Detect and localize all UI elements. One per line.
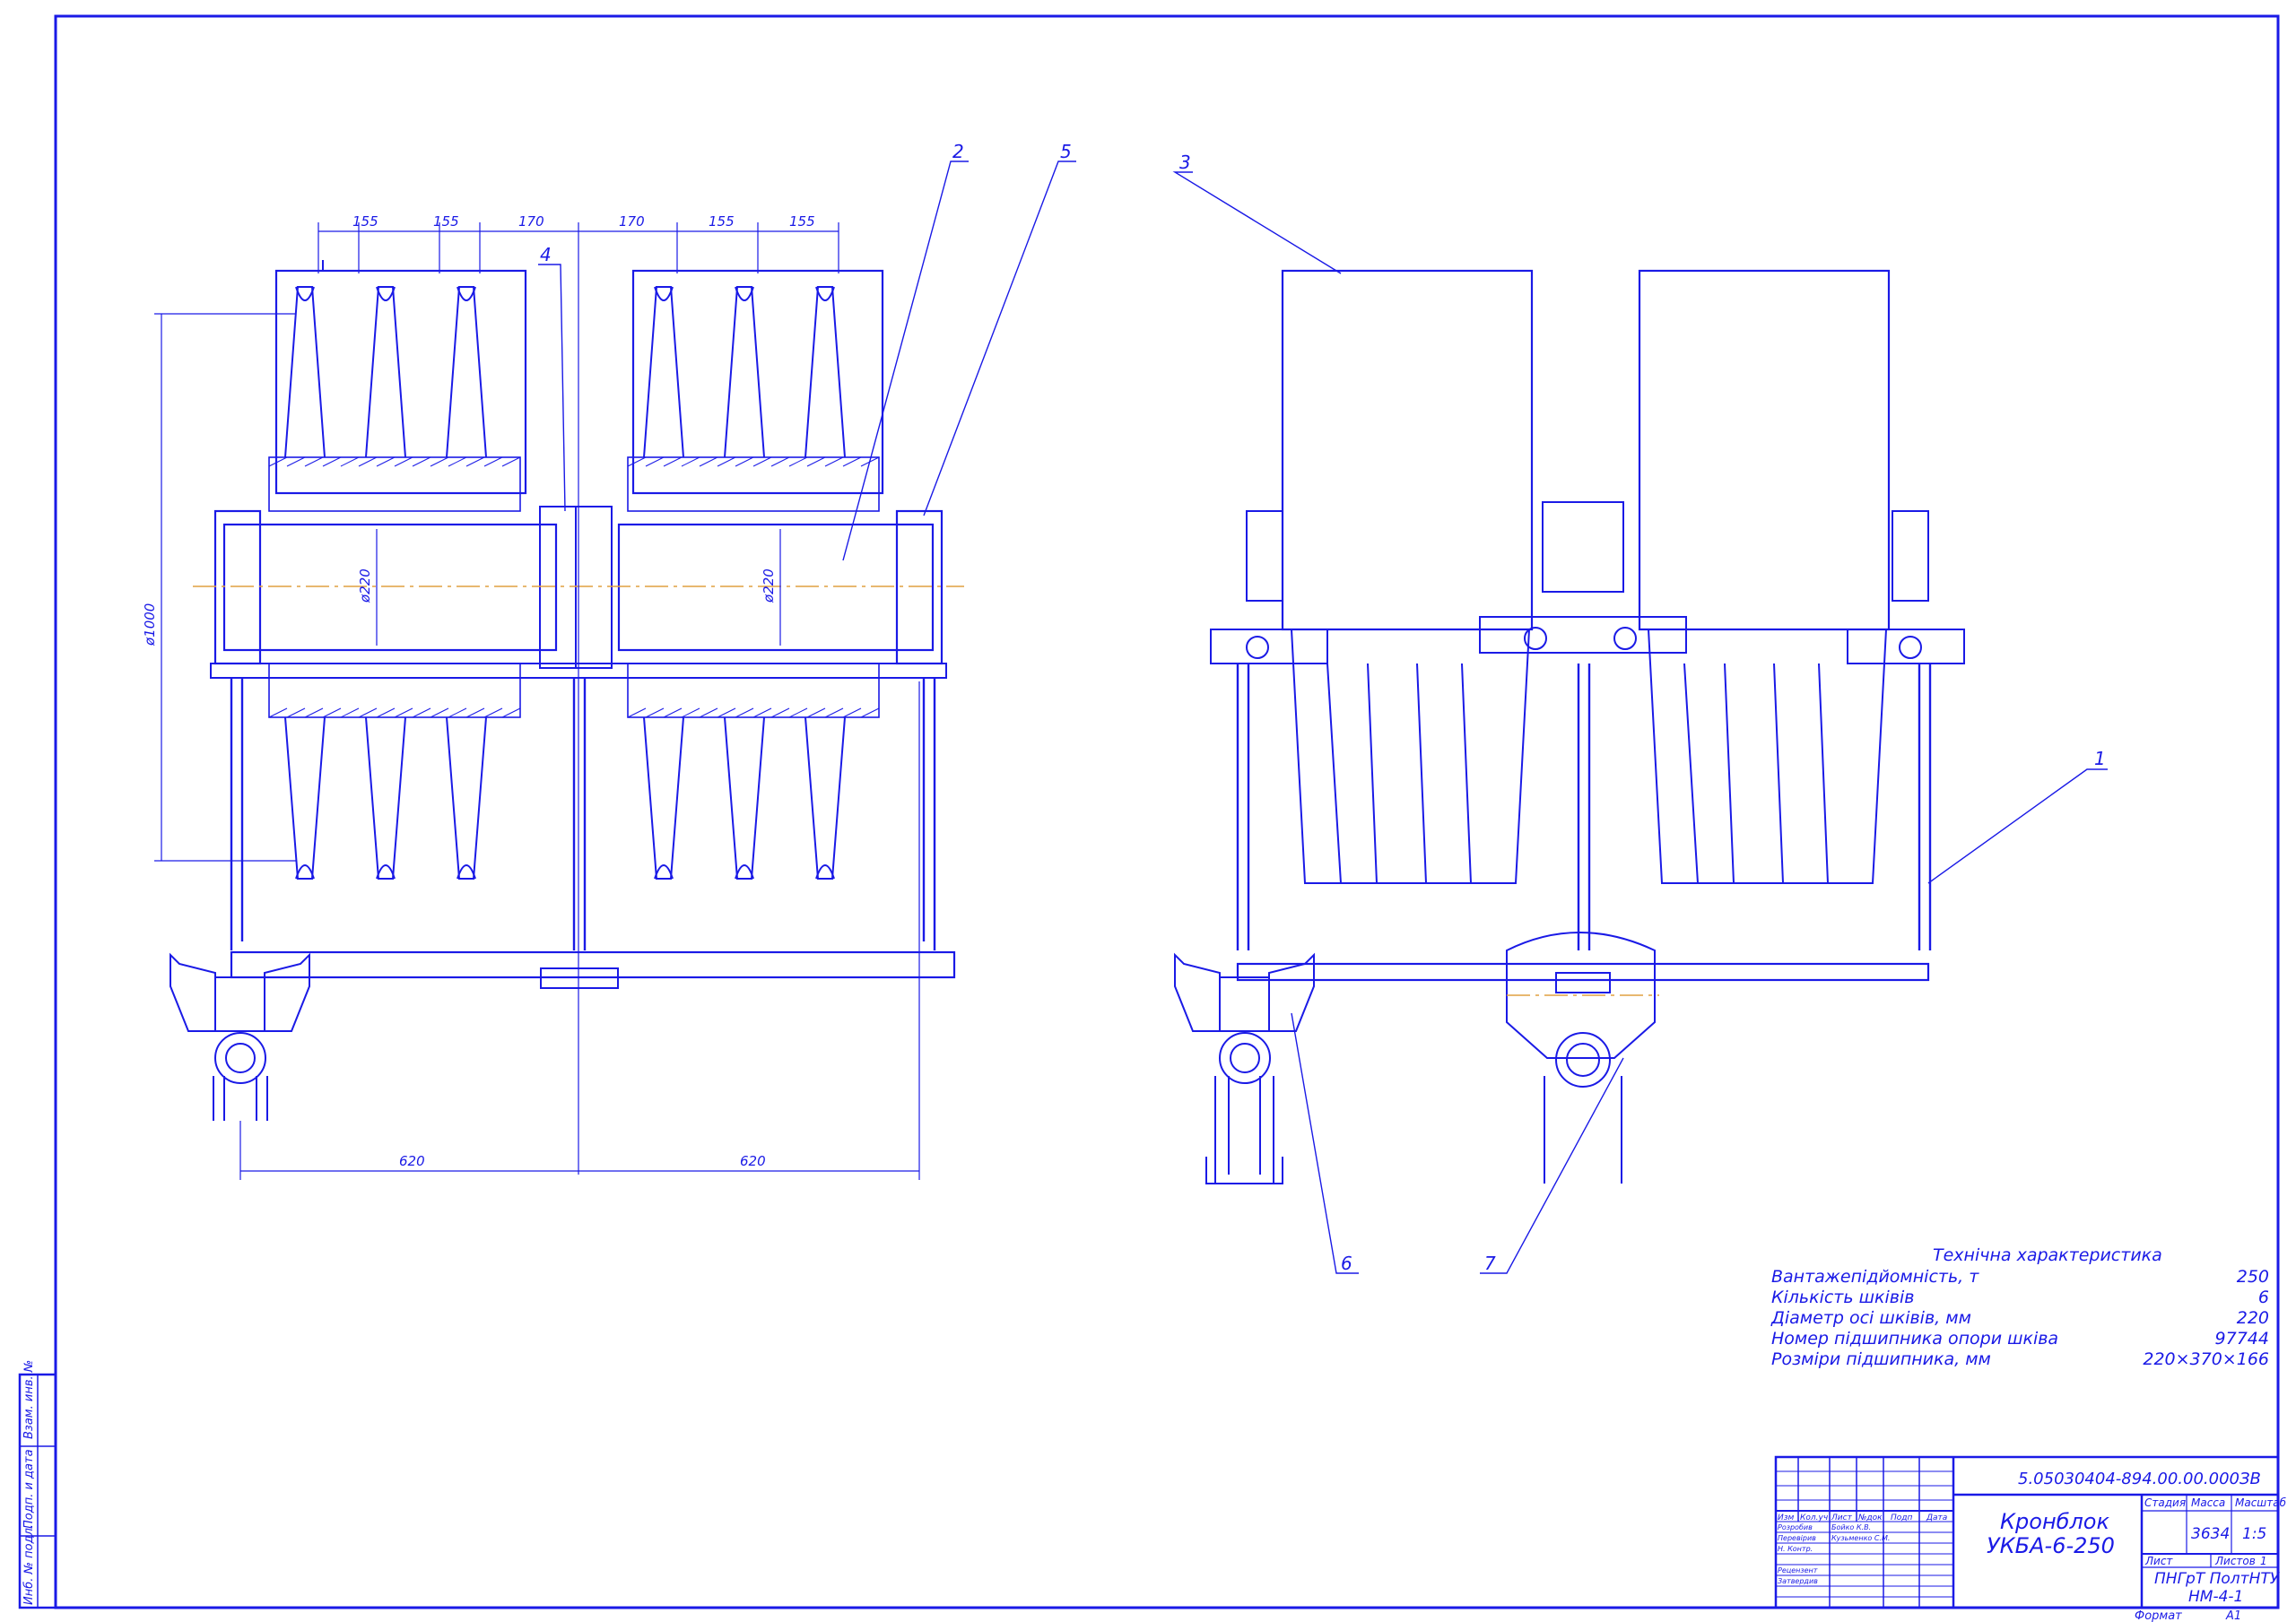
dim-d1000: ø1000: [142, 603, 158, 646]
drawing-name-1: Кронблок: [2000, 1509, 2109, 1534]
tech-value-3: 220: [2237, 1308, 2269, 1328]
callout-2: 2: [952, 141, 964, 162]
dim-155-d: 155: [789, 213, 815, 230]
role-3: Н. Контр.: [1778, 1545, 1813, 1553]
drawing-code: 5.05030404-894.00.00.000ЗВ: [2018, 1470, 2261, 1488]
tech-label-4: Номер підшипника опори шківа: [1771, 1329, 2058, 1349]
side-stamp-2: Подп. и дата: [22, 1449, 36, 1529]
role-5: Затвердив: [1778, 1577, 1818, 1585]
technical-specs: Технічна характеристика Вантажепідйомніс…: [1770, 1245, 2269, 1369]
tech-value-2: 6: [2258, 1288, 2269, 1307]
scale-value: 1:5: [2242, 1525, 2266, 1543]
drawing-name-2: УКБА-6-250: [1987, 1533, 2115, 1558]
hdr-data: Дата: [1926, 1514, 1947, 1522]
tech-label-2: Кількість шківів: [1771, 1288, 1914, 1307]
side-stamp-3: Взам. инв. №: [22, 1360, 36, 1439]
mass-label: Масса: [2191, 1496, 2225, 1509]
tech-value-4: 97744: [2215, 1329, 2269, 1349]
dim-620-right: 620: [740, 1153, 766, 1169]
callout-labels: 1 2 3 4 5 6 7: [540, 141, 2106, 1274]
hdr-list: Лист: [1831, 1514, 1853, 1522]
stage-label: Стадия: [2144, 1496, 2186, 1509]
name-2: Кузьменко С.М.: [1831, 1534, 1890, 1542]
hdr-kol: Кол.уч: [1800, 1514, 1828, 1522]
dim-155-c: 155: [709, 213, 735, 230]
sheets-label: Листов: [2214, 1555, 2256, 1567]
side-stamp-1: Инб. № подл.: [22, 1524, 36, 1605]
title-block-text: 5.05030404-894.00.00.000ЗВ Кронблок УКБА…: [1778, 1470, 2287, 1622]
tech-value-1: 250: [2237, 1267, 2269, 1287]
mass-value: 3634: [2191, 1525, 2230, 1543]
format-label: Формат: [2135, 1609, 2182, 1622]
tech-label-3: Діаметр осі шківів, мм: [1770, 1308, 1971, 1328]
sheets-value: 1: [2260, 1555, 2267, 1567]
dim-170-a: 170: [518, 213, 544, 230]
callout-4: 4: [540, 244, 552, 265]
dim-155-b: 155: [433, 213, 459, 230]
dim-d220-left: ø220: [357, 568, 373, 603]
hdr-ndoc: №док: [1857, 1514, 1883, 1522]
hdr-izm: Изм: [1778, 1514, 1795, 1522]
callout-7: 7: [1484, 1253, 1496, 1274]
scale-label: Масштаб: [2235, 1496, 2287, 1509]
side-stamp: Инб. № подл. Подп. и дата Взам. инв. №: [18, 1360, 57, 1609]
format-value: А1: [2225, 1609, 2241, 1622]
dim-d220-right: ø220: [761, 568, 777, 603]
drawing-sheet: Инб. № подл. Подп. и дата Взам. инв. № 1…: [18, 14, 2287, 1622]
dim-170-b: 170: [619, 213, 645, 230]
tech-title: Технічна характеристика: [1933, 1245, 2162, 1265]
tech-value-5: 220×370×166: [2143, 1349, 2269, 1369]
callout-1: 1: [2094, 748, 2106, 769]
org-2: НМ-4-1: [2188, 1588, 2243, 1606]
callout-3: 3: [1179, 152, 1191, 173]
org-1: ПНГрТ ПолтНТУ: [2154, 1570, 2281, 1588]
callout-6: 6: [1341, 1253, 1352, 1274]
role-2: Перевірив: [1778, 1534, 1816, 1542]
role-4: Рецензент: [1778, 1566, 1818, 1574]
role-1: Розробив: [1778, 1523, 1813, 1531]
tech-label-5: Розміри підшипника, мм: [1771, 1349, 1991, 1369]
callout-5: 5: [1060, 141, 1072, 162]
name-1: Бойко К.В.: [1831, 1523, 1871, 1531]
hdr-podp: Подп: [1891, 1514, 1912, 1522]
dim-155-a: 155: [352, 213, 378, 230]
side-view: [1174, 269, 1965, 1184]
sheet-label: Лист: [2144, 1555, 2173, 1567]
dim-620-left: 620: [399, 1153, 425, 1169]
tech-label-1: Вантажепідйомність, т: [1771, 1267, 1979, 1287]
